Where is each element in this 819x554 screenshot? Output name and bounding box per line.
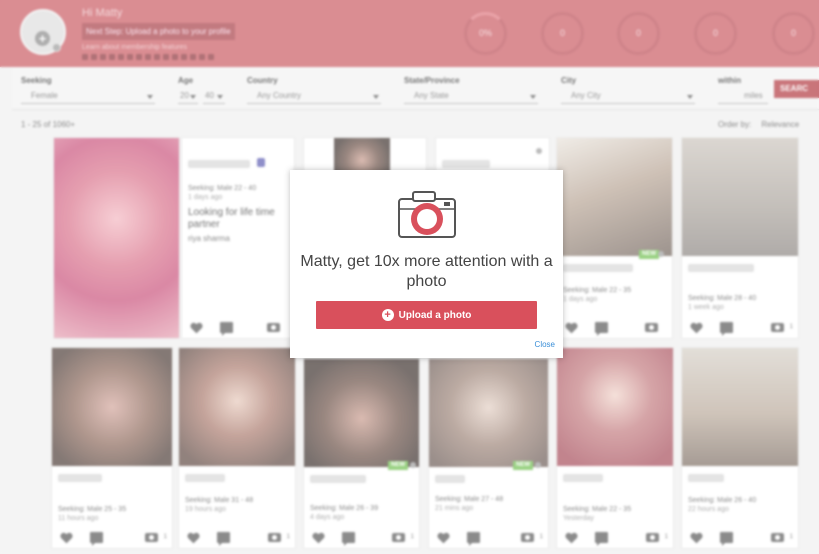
upload-photo-modal: Matty, get 10x more attention with a pho… — [290, 170, 563, 358]
modal-title: Matty, get 10x more attention with a pho… — [300, 253, 553, 290]
close-button[interactable]: Close — [535, 340, 555, 349]
upload-photo-label: Upload a photo — [398, 309, 472, 321]
camera-icon — [398, 191, 456, 238]
upload-photo-button[interactable]: + Upload a photo — [316, 301, 537, 329]
plus-icon: + — [381, 309, 394, 321]
